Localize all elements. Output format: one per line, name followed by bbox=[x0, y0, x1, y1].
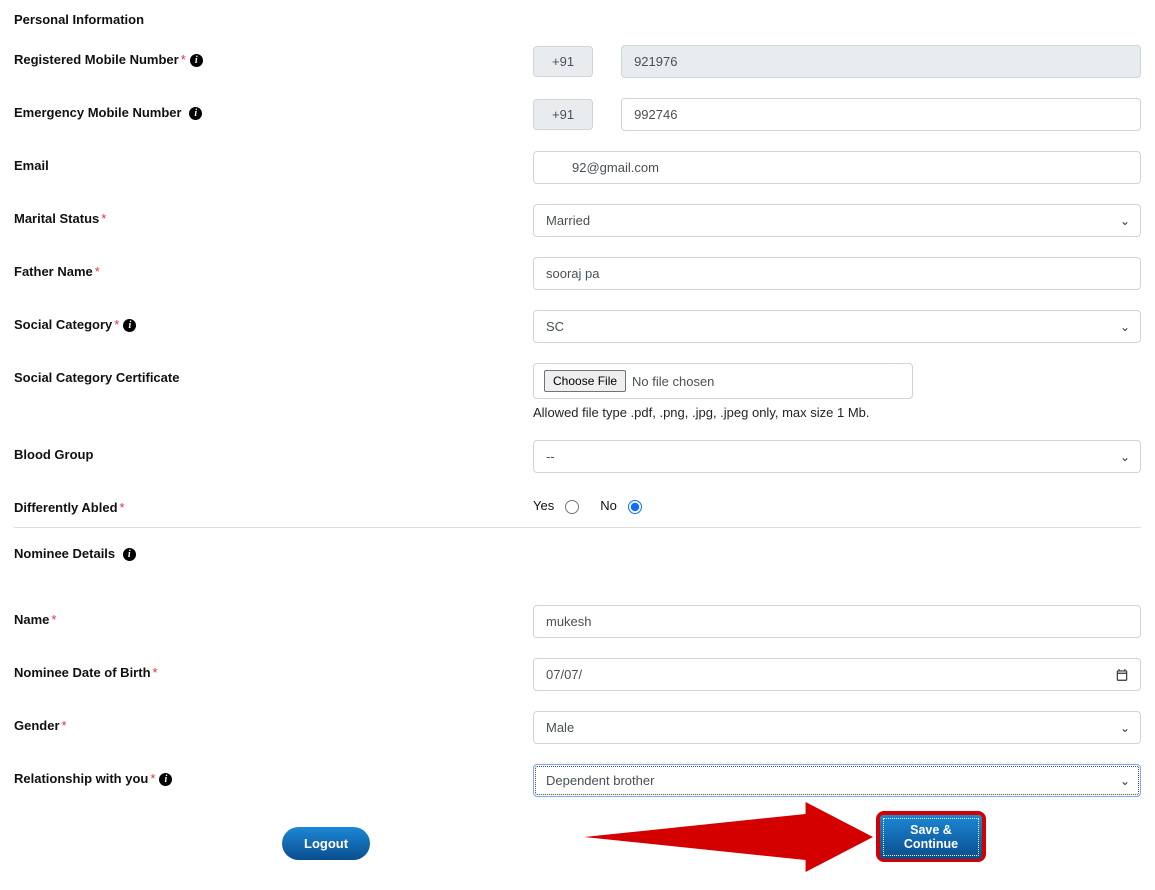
registered-mobile-label: Registered Mobile Number*i bbox=[14, 45, 533, 69]
blood-group-select[interactable]: -- ⌄ bbox=[533, 440, 1141, 473]
chevron-down-icon: ⌄ bbox=[1120, 320, 1130, 334]
required-asterisk: * bbox=[112, 317, 119, 332]
emergency-mobile-label: Emergency Mobile Number i bbox=[14, 98, 533, 122]
father-name-input[interactable] bbox=[533, 257, 1141, 290]
marital-status-select[interactable]: Married ⌄ bbox=[533, 204, 1141, 237]
social-category-label: Social Category*i bbox=[14, 310, 533, 334]
info-icon[interactable]: i bbox=[159, 773, 172, 786]
required-asterisk: * bbox=[99, 211, 106, 226]
file-hint-text: Allowed file type .pdf, .png, .jpg, .jpe… bbox=[533, 405, 1141, 420]
differently-abled-no-radio[interactable] bbox=[628, 500, 642, 514]
nominee-name-input[interactable] bbox=[533, 605, 1141, 638]
gender-select[interactable]: Male ⌄ bbox=[533, 711, 1141, 744]
section-divider bbox=[14, 527, 1141, 528]
marital-status-label: Marital Status* bbox=[14, 204, 533, 228]
email-label: Email bbox=[14, 151, 533, 175]
differently-abled-yes-label[interactable]: Yes bbox=[533, 497, 582, 514]
relationship-label: Relationship with you*i bbox=[14, 764, 533, 788]
file-input-wrapper[interactable]: Choose File No file chosen bbox=[533, 363, 913, 399]
blood-group-label: Blood Group bbox=[14, 440, 533, 464]
choose-file-button[interactable]: Choose File bbox=[544, 370, 626, 392]
chevron-down-icon: ⌄ bbox=[1120, 774, 1130, 788]
differently-abled-no-label[interactable]: No bbox=[600, 497, 645, 514]
callout-highlight-box: Save & Continue bbox=[876, 811, 986, 862]
info-icon[interactable]: i bbox=[123, 319, 136, 332]
required-asterisk: * bbox=[118, 500, 125, 515]
info-icon[interactable]: i bbox=[190, 54, 203, 67]
info-icon[interactable]: i bbox=[123, 548, 136, 561]
calendar-icon[interactable] bbox=[1115, 668, 1129, 682]
differently-abled-yes-radio[interactable] bbox=[565, 500, 579, 514]
nominee-details-heading: Nominee Details i bbox=[14, 546, 1141, 561]
relationship-select[interactable]: Dependent brother ⌄ bbox=[533, 764, 1141, 797]
personal-info-heading: Personal Information bbox=[14, 12, 1141, 27]
country-code-prefix: +91 bbox=[533, 46, 593, 77]
nominee-dob-label: Nominee Date of Birth* bbox=[14, 658, 533, 682]
callout-arrow bbox=[584, 802, 873, 872]
required-asterisk: * bbox=[49, 612, 56, 627]
differently-abled-label: Differently Abled* bbox=[14, 493, 533, 517]
info-icon[interactable]: i bbox=[189, 107, 202, 120]
email-input[interactable] bbox=[533, 151, 1141, 184]
social-cert-label: Social Category Certificate bbox=[14, 363, 533, 387]
nominee-dob-input[interactable] bbox=[533, 658, 1141, 691]
country-code-prefix: +91 bbox=[533, 99, 593, 130]
social-category-select[interactable]: SC ⌄ bbox=[533, 310, 1141, 343]
required-asterisk: * bbox=[93, 264, 100, 279]
chevron-down-icon: ⌄ bbox=[1120, 450, 1130, 464]
required-asterisk: * bbox=[151, 665, 158, 680]
file-status-text: No file chosen bbox=[632, 374, 714, 389]
chevron-down-icon: ⌄ bbox=[1120, 721, 1130, 735]
gender-label: Gender* bbox=[14, 711, 533, 735]
registered-mobile-input bbox=[621, 45, 1141, 78]
chevron-down-icon: ⌄ bbox=[1120, 214, 1130, 228]
emergency-mobile-input[interactable] bbox=[621, 98, 1141, 131]
logout-button[interactable]: Logout bbox=[282, 827, 370, 860]
father-name-label: Father Name* bbox=[14, 257, 533, 281]
required-asterisk: * bbox=[179, 52, 186, 67]
required-asterisk: * bbox=[60, 718, 67, 733]
save-continue-button[interactable]: Save & Continue bbox=[880, 815, 982, 859]
nominee-name-label: Name* bbox=[14, 605, 533, 629]
required-asterisk: * bbox=[148, 771, 155, 786]
